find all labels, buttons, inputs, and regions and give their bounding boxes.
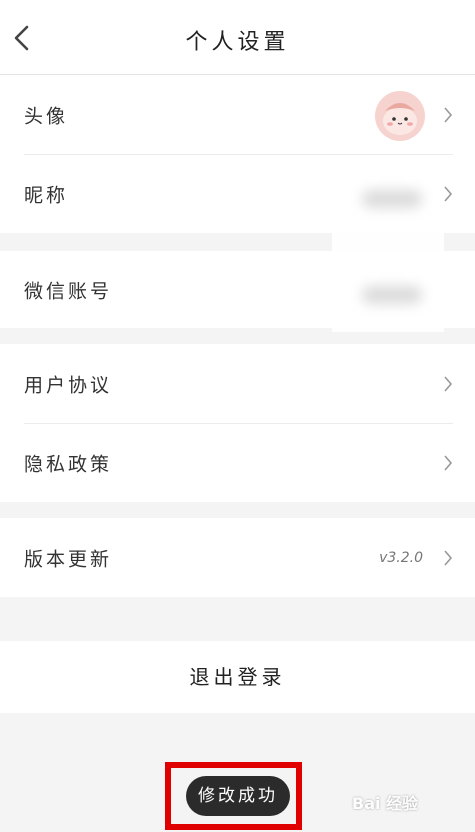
- toast-message: 修改成功: [186, 776, 290, 816]
- nickname-label: 昵称: [24, 184, 69, 206]
- wechat-account-label: 微信账号: [24, 280, 113, 302]
- chevron-right-icon: [444, 106, 453, 123]
- top-bar: 个人设置: [0, 0, 475, 75]
- avatar[interactable]: [375, 91, 425, 141]
- redacted-area: [332, 178, 444, 332]
- privacy-policy-label: 隐私政策: [24, 453, 113, 475]
- user-agreement-label: 用户协议: [24, 374, 113, 396]
- user-agreement-row[interactable]: 用户协议: [0, 344, 475, 423]
- version-group: 版本更新 v3.2.0: [0, 518, 475, 597]
- chevron-right-icon: [444, 454, 453, 471]
- privacy-policy-row[interactable]: 隐私政策: [0, 423, 475, 502]
- avatar-label: 头像: [24, 105, 69, 127]
- avatar-row[interactable]: 头像: [0, 75, 475, 154]
- chevron-right-icon: [444, 549, 453, 566]
- logout-button[interactable]: 退出登录: [0, 641, 475, 713]
- legal-group: 用户协议 隐私政策: [0, 344, 475, 502]
- version-value: v3.2.0: [379, 549, 423, 566]
- version-update-label: 版本更新: [24, 548, 113, 570]
- version-update-row[interactable]: 版本更新 v3.2.0: [0, 518, 475, 597]
- watermark: Bai 经验: [352, 794, 419, 813]
- page-title: 个人设置: [185, 30, 290, 55]
- chevron-right-icon: [444, 375, 453, 392]
- chevron-right-icon: [444, 185, 453, 202]
